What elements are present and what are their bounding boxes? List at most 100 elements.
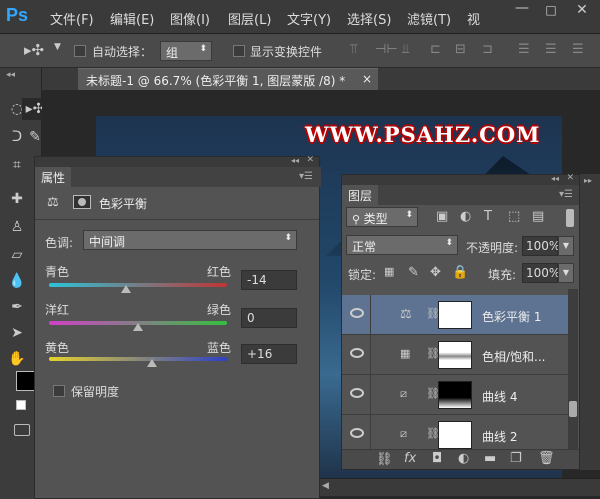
link-layers-icon[interactable]: ⛓ [376,452,393,467]
close-document-button[interactable]: × [362,72,372,86]
menu-layer[interactable]: 图层(L) [228,9,271,28]
add-mask-icon[interactable]: ◘ [432,451,442,466]
fill-dropdown-icon[interactable]: ▼ [558,263,574,283]
menu-type[interactable]: 文字(Y) [287,9,331,28]
align-hcenter-icon[interactable]: ⊟ [455,42,466,57]
fill-input[interactable]: 100% [522,263,560,283]
close-panel-icon[interactable]: ✕ [566,173,574,183]
eye-icon[interactable] [350,428,364,438]
document-tab[interactable]: 未标题-1 @ 66.7% (色彩平衡 1, 图层蒙版 /8) * × [78,68,378,90]
hand-tool-icon[interactable]: ✋ [4,348,30,370]
close-window-button[interactable]: ✕ [566,0,598,22]
layers-tab[interactable]: 图层 [342,185,379,205]
mask-icon[interactable] [73,195,91,209]
cyan-red-slider[interactable] [49,283,227,287]
menu-file[interactable]: 文件(F) [50,9,94,28]
move-tool-icon[interactable]: ▸✣ [24,41,44,59]
menu-select[interactable]: 选择(S) [347,9,391,28]
show-transform-checkbox[interactable] [233,45,245,57]
collapse-icon[interactable]: ◂◂ [6,70,15,80]
auto-select-checkbox[interactable] [74,45,86,57]
align-top-icon[interactable]: ⫪ [350,42,357,57]
restore-button[interactable]: □ [537,0,565,22]
blur-tool-icon[interactable]: 💧 [4,270,30,292]
fx-icon[interactable]: fx [404,451,416,466]
magenta-green-thumb[interactable] [133,323,143,331]
lock-pixels-icon[interactable]: ✎ [408,265,419,280]
tool-preset-dropdown-icon[interactable]: ▼ [54,42,61,52]
properties-tab[interactable]: 属性 [35,167,72,187]
layer-mask-thumbnail[interactable] [438,301,472,329]
collapse-panel-icon[interactable]: ◂◂ [551,174,559,183]
quick-mask-icon[interactable] [14,424,30,436]
stamp-tool-icon[interactable]: ♙ [4,216,30,238]
filter-pixel-icon[interactable]: ▣ [436,209,448,224]
document-title: 未标题-1 @ 66.7% (色彩平衡 1, 图层蒙版 /8) * [86,74,346,88]
cyan-red-input[interactable]: -14 [241,270,297,290]
horizontal-scrollbar[interactable]: ◀ [320,478,600,496]
yellow-blue-input[interactable]: +16 [241,344,297,364]
collapse-icon[interactable]: ▸▸ [584,176,592,185]
layers-scrollbar[interactable] [568,289,578,449]
align-right-icon[interactable]: ⊐ [482,42,493,57]
layer-mask-thumbnail[interactable] [438,341,472,369]
layer-row[interactable]: ⧄ ⛓ 曲线 4 [342,375,568,415]
filter-toggle[interactable] [566,209,574,227]
align-bottom-icon[interactable]: ⫫ [402,42,409,57]
close-panel-icon[interactable]: ✕ [306,155,314,165]
scroll-thumb[interactable] [569,401,577,417]
healing-brush-icon[interactable]: ✚ [4,188,30,210]
opacity-input[interactable]: 100% [522,236,560,256]
new-adjustment-icon[interactable]: ◐ [458,451,469,466]
crop-tool-icon[interactable]: ⌗ [4,154,30,176]
align-vcenter-icon[interactable]: ⊣⊢ [375,42,398,57]
blend-mode-dropdown[interactable]: 正常 ⬍ [346,235,458,255]
opacity-dropdown-icon[interactable]: ▼ [558,236,574,256]
lock-all-icon[interactable]: 🔒 [452,265,468,280]
lock-position-icon[interactable]: ✥ [430,265,441,280]
filter-shape-icon[interactable]: ⬚ [508,209,520,224]
layer-row[interactable]: ⚖ ⛓ 色彩平衡 1 [342,295,568,335]
collapse-panel-icon[interactable]: ◂◂ [291,156,299,165]
magenta-green-input[interactable]: 0 [241,308,297,328]
new-group-icon[interactable]: ▬ [484,451,496,466]
distribute-top-icon[interactable]: ☰ [518,42,530,57]
panel-menu-icon[interactable]: ▾☰ [559,189,573,200]
auto-select-dropdown[interactable]: 组 ⬍ [160,41,212,61]
menu-filter[interactable]: 滤镜(T) [407,9,451,28]
align-left-icon[interactable]: ⊏ [430,42,441,57]
new-layer-icon[interactable]: ❐ [510,451,522,466]
layer-filter-dropdown[interactable]: ⚲ 类型 ⬍ [346,207,418,227]
distribute-bottom-icon[interactable]: ☰ [572,42,584,57]
layer-mask-thumbnail[interactable] [438,421,472,449]
yellow-blue-slider[interactable] [49,357,227,361]
cyan-red-thumb[interactable] [120,285,131,293]
filter-adjustment-icon[interactable]: ◐ [460,209,471,224]
eye-icon[interactable] [350,308,364,318]
layer-row[interactable]: ⧄ ⛓ 曲线 2 [342,415,568,449]
eye-icon[interactable] [350,388,364,398]
preserve-luminosity-checkbox[interactable] [53,385,65,397]
layer-mask-thumbnail[interactable] [438,381,472,409]
tone-dropdown[interactable]: 中间调 ⬍ [83,230,297,250]
divider [35,219,319,220]
swap-colors-icon[interactable] [16,400,26,410]
distribute-vcenter-icon[interactable]: ☰ [545,42,557,57]
yellow-blue-thumb[interactable] [147,359,158,367]
eye-icon[interactable] [350,348,364,358]
panel-menu-icon[interactable]: ▾☰ [299,171,313,182]
foreground-color-swatch[interactable] [16,371,36,391]
scroll-left-icon[interactable]: ◀ [322,481,332,493]
minimize-button[interactable]: — [508,0,536,22]
menu-edit[interactable]: 编辑(E) [110,9,154,28]
lock-transparent-icon[interactable]: ▦ [384,265,394,278]
path-select-tool-icon[interactable]: ➤ [4,322,30,344]
delete-layer-icon[interactable]: 🗑 [538,451,555,466]
filter-type-icon[interactable]: T [484,209,492,224]
menu-view[interactable]: 视 [467,9,480,28]
layer-row[interactable]: ▦ ⛓ 色相/饱和... [342,335,568,375]
filter-smart-object-icon[interactable]: ▤ [532,209,544,224]
pen-tool-icon[interactable]: ✒ [4,296,30,318]
eraser-tool-icon[interactable]: ▱ [4,244,30,266]
menu-image[interactable]: 图像(I) [170,9,210,28]
